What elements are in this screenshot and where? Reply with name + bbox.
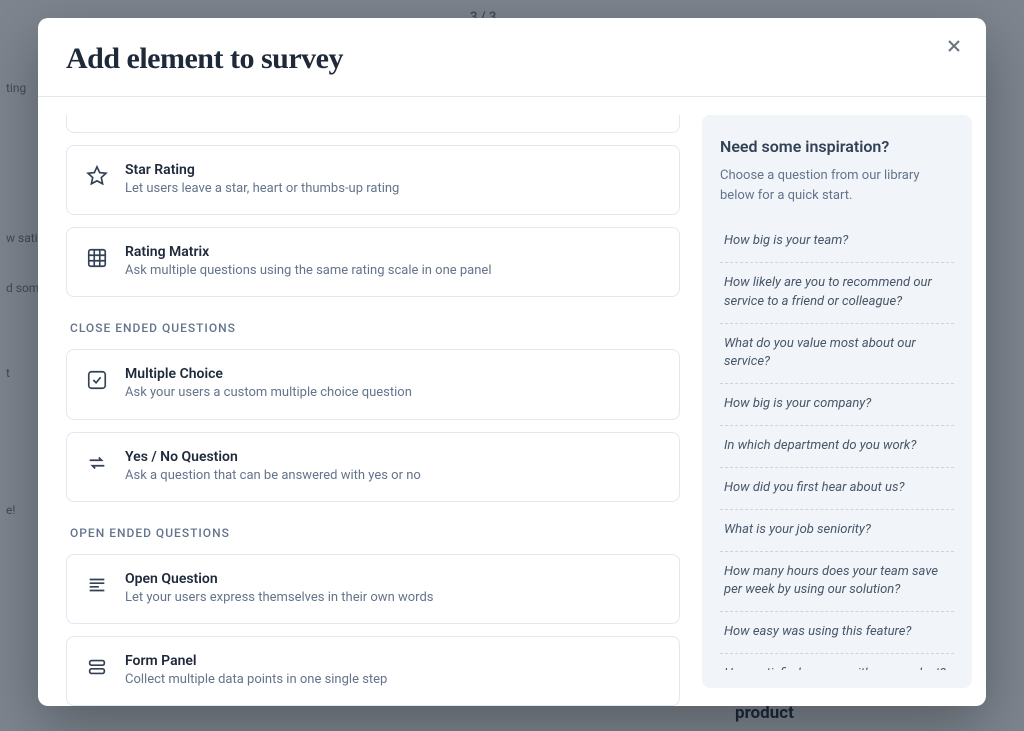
- card-title: Multiple Choice: [125, 366, 661, 382]
- element-card-open-question[interactable]: Open Question Let your users express the…: [66, 554, 680, 624]
- section-close-ended: CLOSE ENDED QUESTIONS: [70, 321, 680, 335]
- element-types-panel[interactable]: Star Rating Let users leave a star, hear…: [66, 115, 688, 706]
- inspiration-subtitle: Choose a question from our library below…: [720, 166, 954, 205]
- inspiration-item[interactable]: What do you value most about our service…: [720, 324, 954, 385]
- checkbox-icon: [85, 368, 109, 392]
- card-title: Rating Matrix: [125, 244, 661, 260]
- inspiration-item[interactable]: How many hours does your team save per w…: [720, 552, 954, 613]
- element-card-partial[interactable]: [66, 115, 680, 133]
- element-card-star-rating[interactable]: Star Rating Let users leave a star, hear…: [66, 145, 680, 215]
- grid-icon: [85, 246, 109, 270]
- card-title: Form Panel: [125, 653, 661, 669]
- card-title: Star Rating: [125, 162, 661, 178]
- inspiration-title: Need some inspiration?: [720, 137, 954, 156]
- card-desc: Ask multiple questions using the same ra…: [125, 262, 661, 280]
- close-icon: [946, 38, 962, 54]
- card-desc: Ask your users a custom multiple choice …: [125, 384, 661, 402]
- section-open-ended: OPEN ENDED QUESTIONS: [70, 526, 680, 540]
- card-desc: Let users leave a star, heart or thumbs-…: [125, 180, 661, 198]
- inspiration-panel: Need some inspiration? Choose a question…: [702, 115, 972, 688]
- form-panel-icon: [85, 655, 109, 679]
- close-button[interactable]: [940, 32, 968, 60]
- inspiration-list[interactable]: How big is your team? How likely are you…: [720, 221, 954, 670]
- card-desc: Let your users express themselves in the…: [125, 589, 661, 607]
- modal-title: Add element to survey: [66, 42, 958, 76]
- element-card-form-panel[interactable]: Form Panel Collect multiple data points …: [66, 636, 680, 706]
- modal-header: Add element to survey: [38, 18, 986, 97]
- inspiration-item[interactable]: In which department do you work?: [720, 426, 954, 468]
- inspiration-item[interactable]: How big is your team?: [720, 221, 954, 263]
- star-icon: [85, 164, 109, 188]
- element-card-rating-matrix[interactable]: Rating Matrix Ask multiple questions usi…: [66, 227, 680, 297]
- inspiration-item[interactable]: How big is your company?: [720, 384, 954, 426]
- card-title: Yes / No Question: [125, 449, 661, 465]
- modal-body: Star Rating Let users leave a star, hear…: [38, 97, 986, 706]
- inspiration-item[interactable]: What is your job seniority?: [720, 510, 954, 552]
- inspiration-item[interactable]: How likely are you to recommend our serv…: [720, 263, 954, 324]
- swap-arrows-icon: [85, 451, 109, 475]
- inspiration-item[interactable]: How did you first hear about us?: [720, 468, 954, 510]
- card-desc: Collect multiple data points in one sing…: [125, 671, 661, 689]
- element-card-yes-no[interactable]: Yes / No Question Ask a question that ca…: [66, 432, 680, 502]
- inspiration-item[interactable]: How easy was using this feature?: [720, 612, 954, 654]
- add-element-modal: Add element to survey Star Rating Let us…: [38, 18, 986, 706]
- element-card-multiple-choice[interactable]: Multiple Choice Ask your users a custom …: [66, 349, 680, 419]
- text-lines-icon: [85, 573, 109, 597]
- inspiration-item[interactable]: How satisfied are you with our product?: [720, 654, 954, 670]
- card-desc: Ask a question that can be answered with…: [125, 467, 661, 485]
- card-title: Open Question: [125, 571, 661, 587]
